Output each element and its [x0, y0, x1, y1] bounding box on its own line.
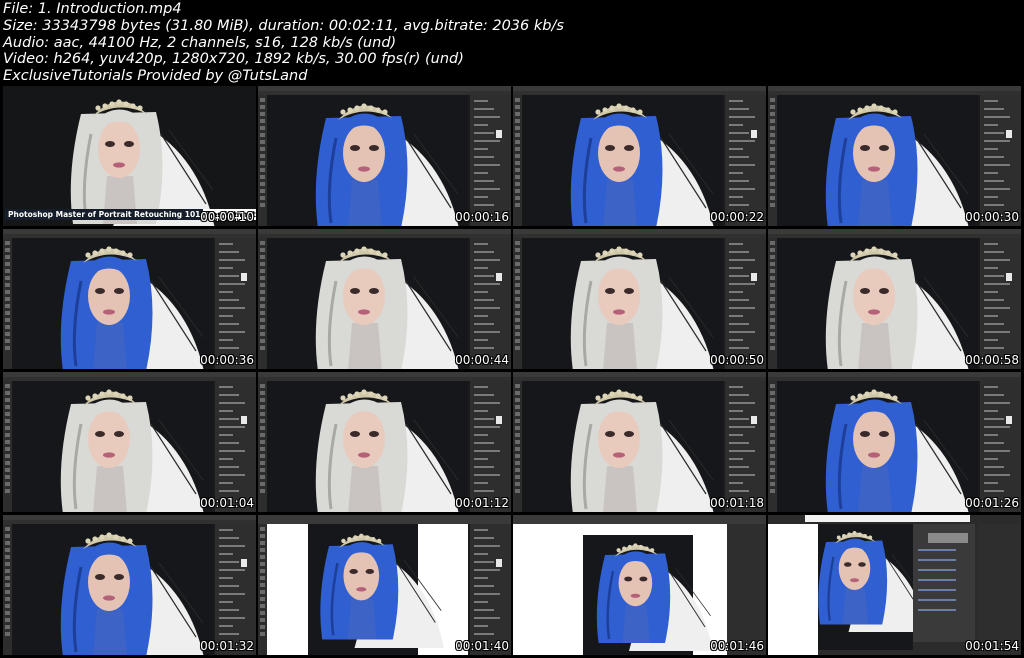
video-thumbnail: 00:00:22 — [513, 86, 766, 226]
timestamp-label: 00:01:40 — [455, 639, 509, 653]
video-thumbnail: 00:00:44 — [258, 229, 511, 369]
file-name-line: File: 1. Introduction.mp4 — [3, 1, 182, 17]
video-thumbnail: 00:01:18 — [513, 372, 766, 512]
timestamp-label: 00:01:32 — [200, 639, 254, 653]
video-thumbnail: 00:01:54 — [768, 515, 1021, 655]
timestamp-label: 00:00:30 — [965, 210, 1019, 224]
video-thumbnail: 00:01:46 — [513, 515, 766, 655]
timestamp-label: 00:01:46 — [710, 639, 764, 653]
video-thumbnail: 00:00:50 — [513, 229, 766, 369]
media-info-header: File: 1. Introduction.mp4 Size: 33343798… — [3, 1, 1023, 85]
timestamp-label: 00:00:10 — [200, 210, 254, 224]
frame-image — [768, 86, 1021, 226]
frame-image — [513, 86, 766, 226]
frame-image — [513, 229, 766, 369]
frame-image — [768, 515, 1021, 655]
contact-sheet: File: 1. Introduction.mp4 Size: 33343798… — [0, 0, 1024, 658]
audio-info-line: Audio: aac, 44100 Hz, 2 channels, s16, 1… — [3, 34, 397, 51]
thumbnail-grid: Photoshop Master of Portrait Retouching … — [3, 86, 1021, 656]
timestamp-label: 00:00:58 — [965, 353, 1019, 367]
timestamp-label: 00:00:36 — [200, 353, 254, 367]
file-size-line: Size: 33343798 bytes (31.80 MiB), durati… — [3, 17, 564, 34]
timestamp-label: 00:01:18 — [710, 496, 764, 510]
timestamp-label: 00:01:26 — [965, 496, 1019, 510]
video-thumbnail: 00:01:12 — [258, 372, 511, 512]
video-info-line: Video: h264, yuv420p, 1280x720, 1892 kb/… — [3, 51, 464, 68]
video-thumbnail: 00:00:58 — [768, 229, 1021, 369]
video-thumbnail: 00:00:16 — [258, 86, 511, 226]
timestamp-label: 00:01:54 — [965, 639, 1019, 653]
course-title: Photoshop Master of Portrait Retouching … — [5, 209, 204, 220]
credit-line: ExclusiveTutorials Provided by @TutsLand — [3, 68, 308, 85]
frame-image — [768, 229, 1021, 369]
frame-image — [513, 372, 766, 512]
video-thumbnail: 00:00:30 — [768, 86, 1021, 226]
frame-image — [3, 229, 256, 369]
frame-image — [768, 372, 1021, 512]
frame-image — [258, 515, 511, 655]
frame-image — [258, 372, 511, 512]
video-thumbnail: 00:00:36 — [3, 229, 256, 369]
video-thumbnail: 00:01:32 — [3, 515, 256, 655]
video-thumbnail: Photoshop Master of Portrait Retouching … — [3, 86, 256, 226]
video-thumbnail: 00:01:04 — [3, 372, 256, 512]
timestamp-label: 00:00:16 — [455, 210, 509, 224]
video-thumbnail: 00:01:40 — [258, 515, 511, 655]
timestamp-label: 00:00:50 — [710, 353, 764, 367]
video-thumbnail: 00:01:26 — [768, 372, 1021, 512]
timestamp-label: 00:01:04 — [200, 496, 254, 510]
frame-image — [3, 86, 256, 226]
timestamp-label: 00:01:12 — [455, 496, 509, 510]
timestamp-label: 00:00:44 — [455, 353, 509, 367]
frame-image — [513, 515, 766, 655]
timestamp-label: 00:00:22 — [710, 210, 764, 224]
frame-image — [3, 372, 256, 512]
frame-image — [3, 515, 256, 655]
frame-image — [258, 86, 511, 226]
frame-image — [258, 229, 511, 369]
